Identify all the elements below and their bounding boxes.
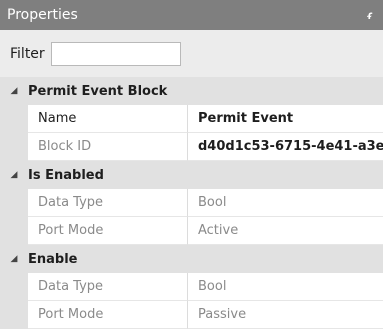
row-gutter xyxy=(0,133,28,161)
category-is-enabled[interactable]: ◢ Is Enabled xyxy=(0,161,383,189)
category-permit-event-block[interactable]: ◢ Permit Event Block xyxy=(0,77,383,105)
property-name: Block ID xyxy=(28,133,188,161)
property-row-block-id[interactable]: Block ID d40d1c53-6715-4e41-a3e1- xyxy=(0,133,383,161)
filter-input[interactable] xyxy=(50,41,181,66)
category-label: Is Enabled xyxy=(28,167,104,183)
row-gutter xyxy=(0,301,28,329)
property-value[interactable]: Permit Event xyxy=(188,105,383,133)
collapse-triangle-icon[interactable]: ◢ xyxy=(0,170,28,180)
category-label: Permit Event Block xyxy=(28,83,168,99)
property-value[interactable]: Active xyxy=(188,217,383,245)
row-gutter xyxy=(0,189,28,217)
property-row-data-type[interactable]: Data Type Bool xyxy=(0,273,383,301)
filter-bar: Filter xyxy=(0,30,383,77)
pin-icon[interactable]: ᵳ xyxy=(357,8,383,22)
filter-label: Filter xyxy=(10,45,45,62)
property-name: Name xyxy=(28,105,188,133)
property-grid: ◢ Permit Event Block Name Permit Event B… xyxy=(0,77,383,329)
category-label: Enable xyxy=(28,251,78,267)
property-value[interactable]: d40d1c53-6715-4e41-a3e1- xyxy=(188,133,383,161)
property-value[interactable]: Bool xyxy=(188,273,383,301)
properties-panel: Properties ᵳ Filter ◢ Permit Event Block… xyxy=(0,0,383,330)
property-name: Port Mode xyxy=(28,217,188,245)
property-row-data-type[interactable]: Data Type Bool xyxy=(0,189,383,217)
category-enable[interactable]: ◢ Enable xyxy=(0,245,383,273)
row-gutter xyxy=(0,273,28,301)
property-value[interactable]: Bool xyxy=(188,189,383,217)
property-name: Data Type xyxy=(28,189,188,217)
property-row-port-mode[interactable]: Port Mode Passive xyxy=(0,301,383,329)
collapse-triangle-icon[interactable]: ◢ xyxy=(0,86,28,96)
property-value[interactable]: Passive xyxy=(188,301,383,329)
panel-title: Properties xyxy=(7,7,78,23)
property-name: Port Mode xyxy=(28,301,188,329)
row-gutter xyxy=(0,105,28,133)
property-name: Data Type xyxy=(28,273,188,301)
collapse-triangle-icon[interactable]: ◢ xyxy=(0,254,28,264)
row-gutter xyxy=(0,217,28,245)
panel-titlebar: Properties ᵳ xyxy=(0,0,383,30)
property-row-name[interactable]: Name Permit Event xyxy=(0,105,383,133)
property-row-port-mode[interactable]: Port Mode Active xyxy=(0,217,383,245)
